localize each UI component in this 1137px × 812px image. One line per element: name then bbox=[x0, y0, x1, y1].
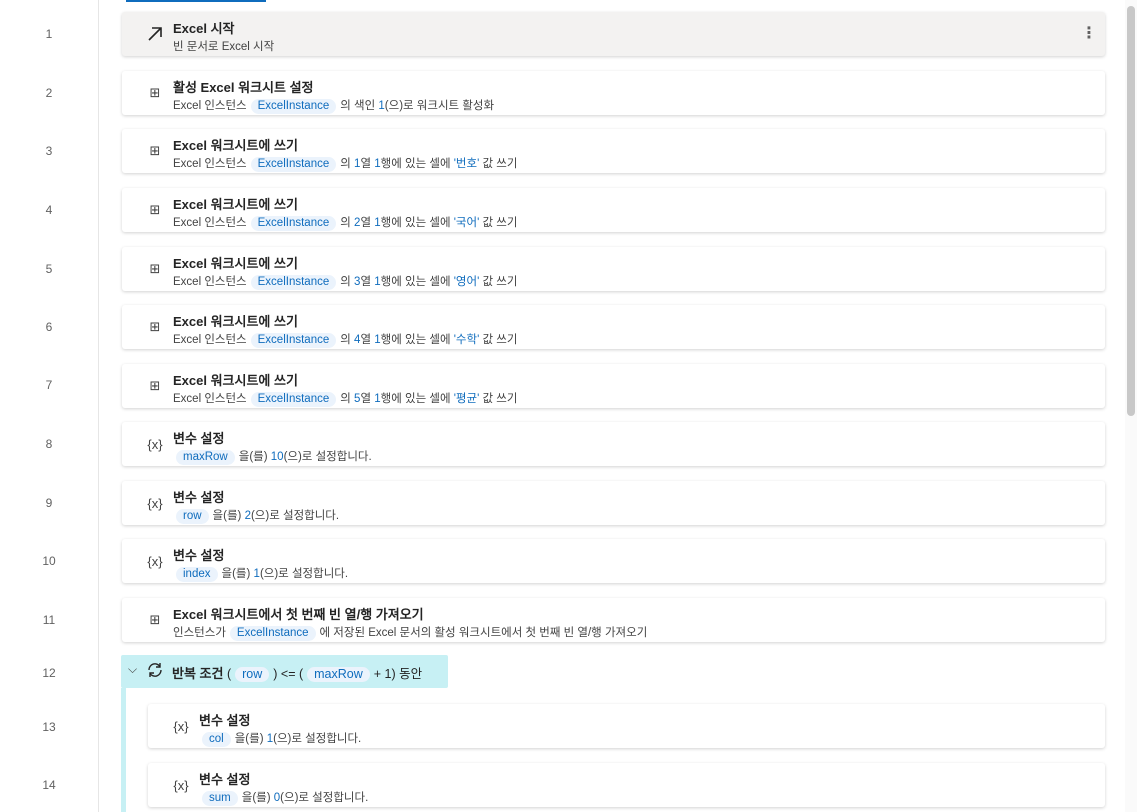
step-title: Excel 워크시트에 쓰기 bbox=[173, 373, 298, 388]
variable-token: row bbox=[176, 509, 209, 524]
step-description: Excel 인스턴스 ExcelInstance 의 4열 1행에 있는 셀에 '수… bbox=[173, 333, 518, 348]
step-description: 인스턴스가 ExcelInstance 에 저장된 Excel 문서의 활성 워크시… bbox=[173, 626, 648, 641]
variable-token: ExcelInstance bbox=[250, 333, 337, 348]
excel-icon: ⊞ bbox=[149, 378, 161, 393]
loop-icon bbox=[145, 660, 165, 685]
step-title: Excel 워크시트에 쓰기 bbox=[173, 197, 298, 212]
line-number: 10 bbox=[42, 554, 56, 568]
step-description: Excel 인스턴스 ExcelInstance 의 1열 1행에 있는 셀에 '번… bbox=[173, 157, 518, 172]
variable-token: ExcelInstance bbox=[250, 157, 337, 172]
line-number: 8 bbox=[45, 437, 53, 451]
line-number: 13 bbox=[42, 720, 56, 734]
line-number: 9 bbox=[45, 496, 53, 510]
step-card-set-active-worksheet[interactable]: ⊞ 활성 Excel 워크시트 설정 Excel 인스턴스 ExcelInstan… bbox=[122, 71, 1105, 115]
line-number: 1 bbox=[45, 27, 53, 41]
step-description: sum 을(를) 0(으)로 설정합니다. bbox=[198, 789, 368, 806]
line-number: 6 bbox=[45, 320, 53, 334]
step-title: 변수 설정 bbox=[199, 713, 251, 728]
variable-token: sum bbox=[202, 791, 238, 806]
step-description: col 을(를) 1(으)로 설정합니다. bbox=[198, 730, 361, 747]
line-number: 12 bbox=[42, 666, 56, 680]
line-number: 3 bbox=[45, 144, 53, 158]
step-title: 변수 설정 bbox=[173, 490, 225, 505]
step-description: Excel 인스턴스 ExcelInstance 의 3열 1행에 있는 셀에 '영… bbox=[173, 275, 518, 290]
line-number: 5 bbox=[45, 262, 53, 276]
step-card-write-cell[interactable]: ⊞ Excel 워크시트에 쓰기 Excel 인스턴스 ExcelInstance… bbox=[122, 364, 1105, 408]
variable-token: ExcelInstance bbox=[250, 392, 337, 407]
variable-token: maxRow bbox=[176, 450, 235, 465]
excel-icon: ⊞ bbox=[149, 319, 161, 334]
step-description: 반복 조건 (row) <= (maxRow + 1) 동안 bbox=[172, 666, 423, 682]
variable-token: ExcelInstance bbox=[229, 626, 316, 641]
step-card-set-variable[interactable]: {x} 변수 설정 col 을(를) 1(으)로 설정합니다. bbox=[148, 704, 1105, 748]
line-number: 7 bbox=[45, 378, 53, 392]
step-card-set-variable[interactable]: {x} 변수 설정 maxRow 을(를) 10(으)로 설정합니다. bbox=[122, 422, 1105, 466]
top-accent-bar bbox=[126, 0, 266, 2]
step-title: Excel 워크시트에 쓰기 bbox=[173, 138, 298, 153]
step-title: 활성 Excel 워크시트 설정 bbox=[173, 80, 314, 95]
step-card-set-variable[interactable]: {x} 변수 설정 sum 을(를) 0(으)로 설정합니다. bbox=[148, 763, 1105, 807]
excel-icon: ⊞ bbox=[149, 261, 161, 276]
step-title: 변수 설정 bbox=[173, 431, 225, 446]
step-card-set-variable[interactable]: {x} 변수 설정 row 을(를) 2(으)로 설정합니다. bbox=[122, 481, 1105, 525]
variable-token: ExcelInstance bbox=[250, 216, 337, 231]
variable-token: maxRow bbox=[307, 667, 370, 682]
variable-token: row bbox=[235, 667, 270, 682]
variable-icon: {x} bbox=[147, 495, 163, 511]
variable-icon: {x} bbox=[147, 436, 163, 452]
excel-icon: ⊞ bbox=[149, 202, 161, 217]
line-number: 14 bbox=[42, 778, 56, 792]
step-description: maxRow 을(를) 10(으)로 설정합니다. bbox=[172, 448, 372, 465]
step-description: Excel 인스턴스 ExcelInstance 의 2열 1행에 있는 셀에 '국… bbox=[173, 216, 518, 231]
step-title: 변수 설정 bbox=[173, 548, 225, 563]
line-number-gutter bbox=[0, 0, 99, 812]
step-title: Excel 워크시트에 쓰기 bbox=[173, 314, 298, 329]
scrollbar-thumb[interactable] bbox=[1127, 6, 1135, 416]
variable-icon: {x} bbox=[147, 553, 163, 569]
step-title: Excel 시작 bbox=[173, 21, 235, 36]
line-number: 4 bbox=[45, 203, 53, 217]
excel-icon: ⊞ bbox=[149, 143, 161, 158]
line-number: 2 bbox=[45, 86, 53, 100]
excel-icon: ⊞ bbox=[149, 612, 161, 627]
step-description: index 을(를) 1(으)로 설정합니다. bbox=[172, 565, 348, 582]
step-card-launch-excel[interactable]: Excel 시작 빈 문서로 Excel 시작 ⋮ bbox=[122, 12, 1105, 56]
arrow-up-right-icon bbox=[142, 24, 168, 44]
chevron-down-icon[interactable]: ⌵ bbox=[128, 662, 137, 677]
step-card-set-variable[interactable]: {x} 변수 설정 index 을(를) 1(으)로 설정합니다. bbox=[122, 539, 1105, 583]
excel-icon: ⊞ bbox=[149, 85, 161, 100]
step-description: Excel 인스턴스 ExcelInstance 의 색인 1(으)로 워크시트 활… bbox=[173, 99, 495, 114]
step-title: 변수 설정 bbox=[199, 772, 251, 787]
step-title: 반복 조건 bbox=[172, 666, 224, 681]
step-description: row 을(를) 2(으)로 설정합니다. bbox=[172, 507, 339, 524]
step-title: Excel 워크시트에 쓰기 bbox=[173, 256, 298, 271]
line-number: 11 bbox=[42, 613, 56, 627]
variable-icon: {x} bbox=[173, 718, 189, 734]
step-card-write-cell[interactable]: ⊞ Excel 워크시트에 쓰기 Excel 인스턴스 ExcelInstance… bbox=[122, 247, 1105, 291]
variable-token: ExcelInstance bbox=[250, 99, 337, 114]
variable-token: ExcelInstance bbox=[250, 275, 337, 290]
more-options-icon[interactable]: ⋮ bbox=[1081, 22, 1097, 46]
step-card-write-cell[interactable]: ⊞ Excel 워크시트에 쓰기 Excel 인스턴스 ExcelInstance… bbox=[122, 305, 1105, 349]
step-description: 빈 문서로 Excel 시작 bbox=[173, 41, 275, 53]
scrollbar[interactable] bbox=[1125, 0, 1137, 812]
step-title: Excel 워크시트에서 첫 번째 빈 열/행 가져오기 bbox=[173, 607, 424, 622]
step-card-while-loop[interactable]: ⌵ 반복 조건 (row) <= (maxRow + 1) 동안 bbox=[121, 655, 448, 688]
variable-token: index bbox=[176, 567, 218, 582]
loop-body-indicator bbox=[121, 688, 126, 812]
step-card-get-first-free-column-row[interactable]: ⊞ Excel 워크시트에서 첫 번째 빈 열/행 가져오기 인스턴스가 Exce… bbox=[122, 598, 1105, 642]
variable-icon: {x} bbox=[173, 777, 189, 793]
step-description: Excel 인스턴스 ExcelInstance 의 5열 1행에 있는 셀에 '평… bbox=[173, 392, 518, 407]
step-card-write-cell[interactable]: ⊞ Excel 워크시트에 쓰기 Excel 인스턴스 ExcelInstance… bbox=[122, 188, 1105, 232]
step-card-write-cell[interactable]: ⊞ Excel 워크시트에 쓰기 Excel 인스턴스 ExcelInstance… bbox=[122, 129, 1105, 173]
variable-token: col bbox=[202, 732, 231, 747]
